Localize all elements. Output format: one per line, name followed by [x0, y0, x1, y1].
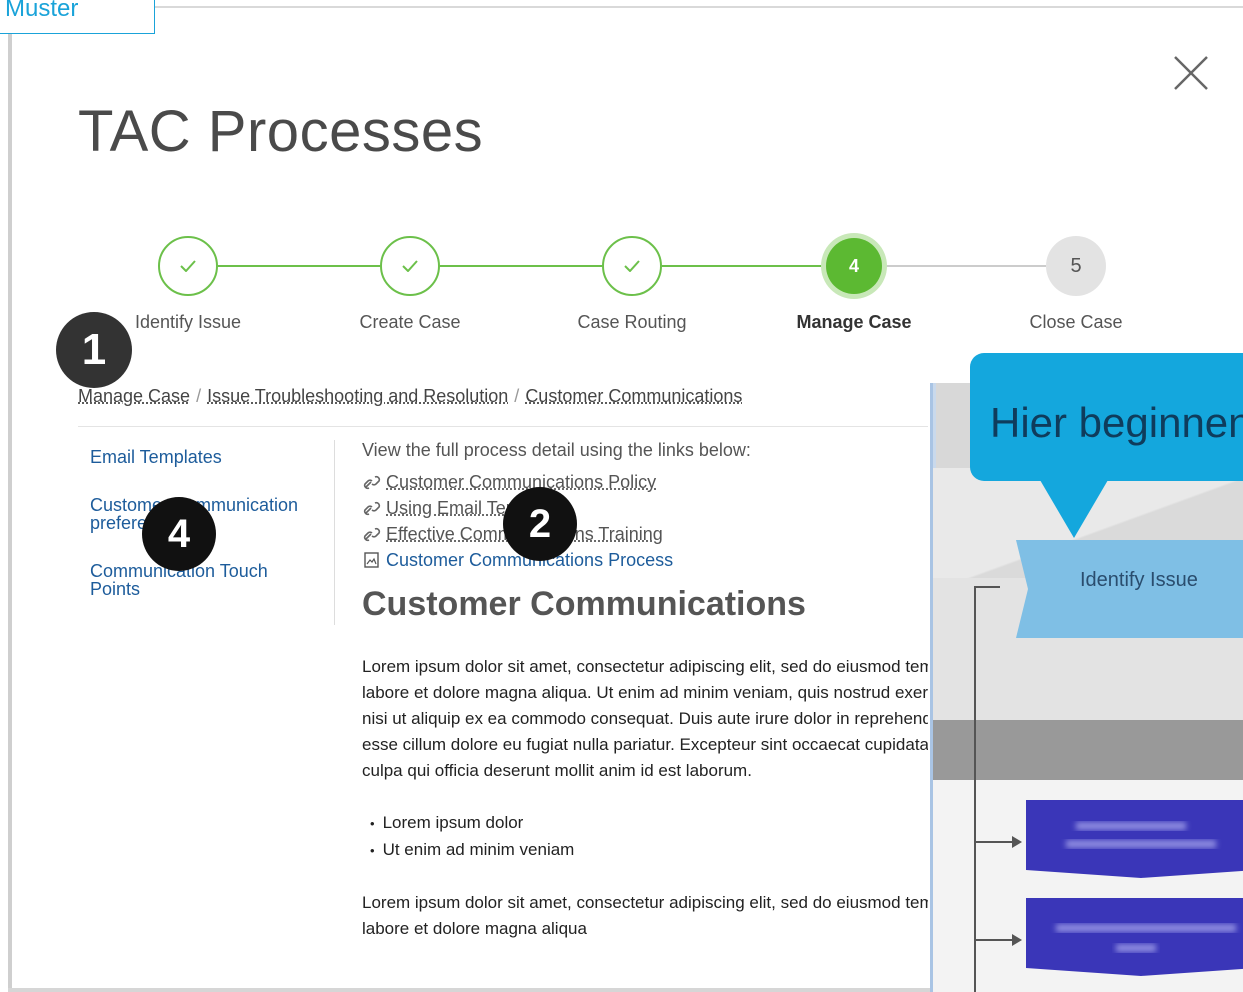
breadcrumb-item[interactable]: Issue Troubleshooting and Resolution — [207, 386, 508, 406]
top-rule — [155, 6, 1243, 8]
flow-connector — [976, 939, 1014, 941]
image-file-icon — [364, 552, 379, 568]
flow-connector — [974, 586, 1000, 588]
link-policy[interactable]: Customer Communications Policy — [362, 469, 928, 495]
step-3-label[interactable]: Case Routing — [542, 312, 722, 333]
chain-link-icon — [363, 527, 381, 542]
step-1-circle[interactable] — [158, 236, 218, 296]
link-email-templates[interactable]: Using Email Templates — [362, 495, 928, 521]
chain-link-icon — [363, 475, 381, 490]
link-process[interactable]: Customer Communications Process — [362, 547, 928, 573]
check-icon — [180, 260, 196, 272]
list-item: Ut enim ad minim veniam — [370, 837, 928, 864]
nav-email-templates[interactable]: Email Templates — [90, 448, 320, 466]
breadcrumb-divider — [78, 426, 928, 427]
step-2-label[interactable]: Create Case — [320, 312, 500, 333]
breadcrumb-item[interactable]: Manage Case — [78, 386, 190, 406]
section-title: Customer Communications — [362, 585, 806, 623]
check-icon — [624, 260, 640, 272]
muster-tag: Muster — [0, 0, 155, 34]
arrow-head-icon — [1012, 836, 1022, 848]
body-paragraph: Lorem ipsum dolor sit amet, consectetur … — [362, 657, 928, 780]
identify-issue-label: Identify Issue — [1080, 569, 1198, 591]
step-4-label[interactable]: Manage Case — [764, 312, 944, 333]
callout-text: Hier beginnen — [990, 399, 1243, 446]
process-step-box[interactable] — [1026, 800, 1243, 878]
nav-communication-touch-points[interactable]: Communication Touch Points — [90, 562, 320, 598]
breadcrumb-item[interactable]: Customer Communications — [525, 386, 742, 406]
annotation-badge-4: 4 — [142, 497, 216, 571]
close-icon[interactable] — [1172, 54, 1210, 92]
diagram-edge — [930, 383, 933, 992]
step-4-circle[interactable]: 4 — [826, 238, 882, 294]
nav-divider — [334, 440, 335, 625]
flow-connector — [976, 841, 1014, 843]
step-connector — [884, 265, 1046, 267]
process-step-box[interactable] — [1026, 898, 1243, 976]
page-title: TAC Processes — [78, 99, 484, 164]
main-content: View the full process detail using the l… — [362, 440, 928, 942]
link-training[interactable]: Effective Communications Training — [362, 521, 928, 547]
left-rule — [8, 34, 12, 992]
links-intro: View the full process detail using the l… — [362, 440, 751, 460]
step-connector — [440, 265, 602, 267]
annotation-badge-1: 1 — [56, 312, 132, 388]
flow-connector — [974, 586, 976, 992]
step-5-label[interactable]: Close Case — [986, 312, 1166, 333]
start-here-callout: Hier beginnen — [970, 353, 1243, 481]
check-icon — [402, 260, 418, 272]
list-item: Lorem ipsum dolor — [370, 810, 928, 837]
body-paragraph: Lorem ipsum dolor sit amet, consectetur … — [362, 893, 928, 938]
breadcrumb: Manage Case / Issue Troubleshooting and Re… — [78, 386, 743, 406]
diagram-lane-header — [930, 720, 1243, 780]
chain-link-icon — [363, 501, 381, 516]
process-stepper: 4 5 Identify Issue Create Case Case Rout… — [0, 236, 1243, 346]
step-connector — [218, 265, 380, 267]
step-5-circle[interactable]: 5 — [1046, 236, 1106, 296]
step-connector — [662, 265, 824, 267]
step-2-circle[interactable] — [380, 236, 440, 296]
step-3-circle[interactable] — [602, 236, 662, 296]
bullet-list: Lorem ipsum dolor Ut enim ad minim venia… — [370, 810, 928, 864]
callout-pointer — [1040, 480, 1108, 538]
annotation-badge-2: 2 — [503, 487, 577, 561]
arrow-head-icon — [1012, 934, 1022, 946]
